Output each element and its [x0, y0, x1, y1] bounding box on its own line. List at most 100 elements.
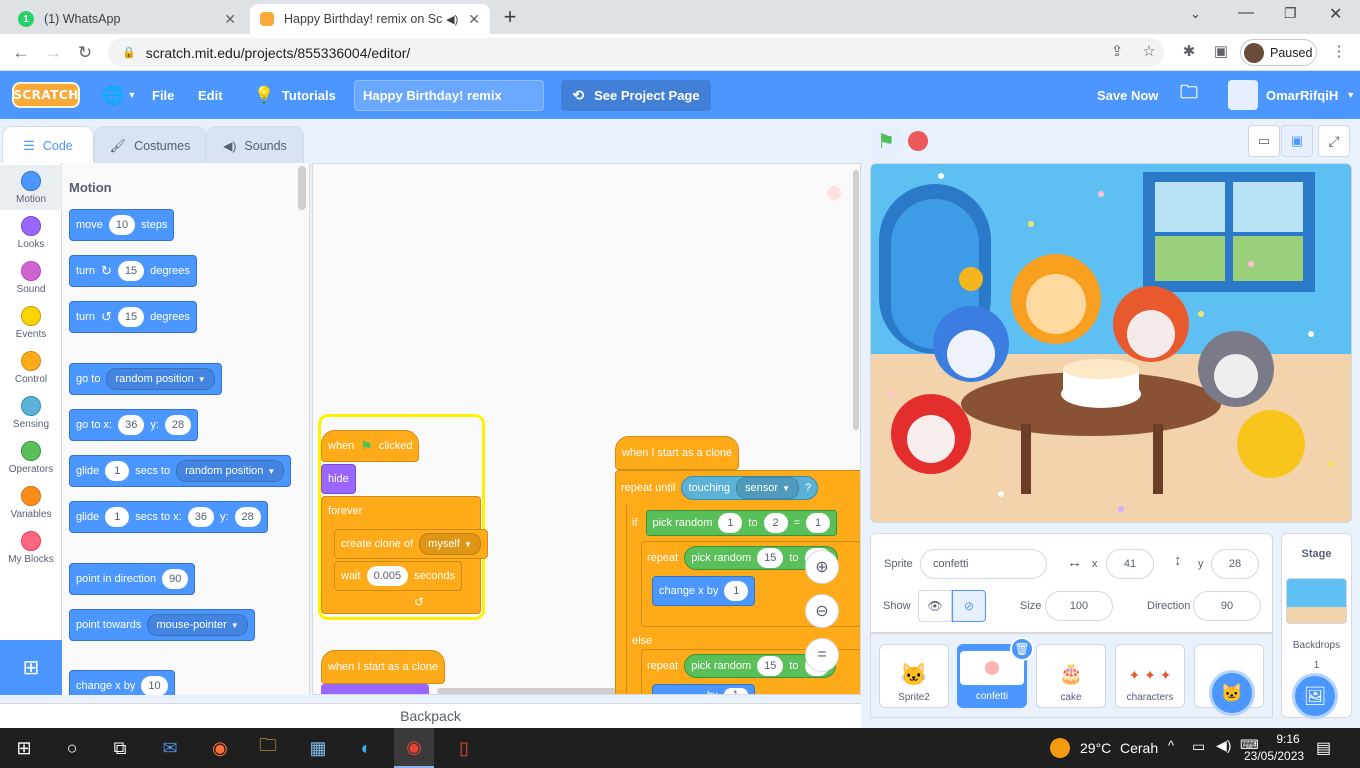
block-hide[interactable]: hide	[321, 464, 356, 494]
search-icon[interactable]: ○	[52, 728, 92, 768]
number-input[interactable]: 1	[105, 507, 130, 527]
number-input[interactable]: 0.005	[366, 566, 409, 586]
chevron-up-icon[interactable]: ^	[1168, 738, 1174, 753]
network-icon[interactable]: ▭	[1192, 738, 1205, 755]
account-menu[interactable]: OmarRifqiH ▼	[1228, 71, 1355, 119]
sprite-tile-characters[interactable]: ✦ ✦ ✦ characters	[1115, 644, 1185, 708]
number-input[interactable]: 15	[757, 548, 784, 568]
number-input[interactable]: 90	[162, 569, 189, 589]
add-extension-button[interactable]: ⊞	[0, 640, 62, 695]
block-change-x-by[interactable]: change x by 1	[652, 576, 756, 606]
block-equals[interactable]: pick random 1 to 2 = 1	[645, 510, 838, 536]
number-input[interactable]: 1	[718, 513, 743, 533]
number-input[interactable]: 15	[757, 656, 784, 676]
category-control[interactable]: Control	[0, 345, 62, 390]
restore-icon[interactable]: ❐	[1284, 5, 1297, 22]
towards-dropdown[interactable]: mouse-pointer ▼	[147, 614, 248, 636]
large-stage-button[interactable]: ▣	[1281, 125, 1313, 157]
reload-icon[interactable]: ↻	[72, 40, 98, 66]
language-globe-icon[interactable]: 🌐 ▼	[102, 71, 136, 119]
block-forever[interactable]: forever create clone of myself ▼ wait 0.005…	[321, 496, 488, 614]
sprite-tile-sprite2[interactable]: 🐱 Sprite2	[879, 644, 949, 708]
window-close-icon[interactable]: ✕	[1329, 4, 1342, 24]
profile-button[interactable]: Paused	[1240, 39, 1317, 66]
save-now-button[interactable]: Save Now	[1097, 71, 1158, 119]
url-bar[interactable]: 🔒 scratch.mit.edu/projects/855336004/edi…	[108, 38, 1164, 67]
tutorials-menu[interactable]: 💡 Tutorials	[254, 71, 336, 119]
speaker-icon[interactable]: ◀)	[446, 13, 458, 26]
number-input[interactable]: 10	[141, 676, 168, 695]
palette-scrollbar[interactable]	[298, 166, 306, 210]
number-input[interactable]: 10	[108, 215, 136, 235]
number-input[interactable]: 15	[117, 307, 145, 327]
fullscreen-button[interactable]: ⤢	[1318, 125, 1350, 157]
edit-menu[interactable]: Edit	[198, 71, 223, 119]
temperature[interactable]: 29°C	[1080, 740, 1111, 756]
zoom-reset-button[interactable]: =	[805, 638, 839, 672]
block-create-clone[interactable]: create clone of myself ▼	[334, 529, 488, 559]
x-input[interactable]: 41	[1106, 549, 1154, 579]
block-partial-motion[interactable]: by 1	[652, 684, 755, 694]
show-visible-button[interactable]: 👁	[918, 590, 952, 622]
number-input[interactable]: 15	[117, 261, 145, 281]
category-sound[interactable]: Sound	[0, 255, 62, 300]
number-input[interactable]: 28	[234, 507, 261, 527]
block-point-direction[interactable]: point in direction 90	[69, 563, 196, 595]
block-when-clone-start-2[interactable]: when I start as a clone	[321, 650, 446, 684]
block-turn-right[interactable]: turn ↻ 15 degrees	[69, 255, 197, 287]
store-icon[interactable]: ▦	[298, 728, 338, 768]
project-title-input[interactable]: Happy Birthday! remix	[354, 80, 544, 111]
block-point-towards[interactable]: point towards mouse-pointer ▼	[69, 609, 255, 641]
block-turn-left[interactable]: turn ↺ 15 degrees	[69, 301, 197, 333]
see-project-page-button[interactable]: ⟲ See Project Page	[561, 80, 711, 111]
stage-target-panel[interactable]: Stage Backdrops 1 🖼	[1281, 533, 1352, 719]
tab-whatsapp[interactable]: 1 (1) WhatsApp ✕	[8, 4, 246, 34]
sprite-name-input[interactable]: confetti	[920, 549, 1047, 579]
stop-button[interactable]	[902, 125, 934, 157]
tab-code[interactable]: ☰ Code	[2, 126, 94, 164]
tab-sounds[interactable]: ◀) Sounds	[206, 126, 304, 164]
weather-text[interactable]: Cerah	[1120, 740, 1158, 756]
block-partial-looks[interactable]	[321, 684, 429, 694]
category-motion[interactable]: Motion	[0, 165, 62, 210]
number-input[interactable]: 1	[806, 513, 831, 533]
block-glide-xy[interactable]: glide 1 secs to x: 36 y: 28	[69, 501, 268, 533]
script-vertical-scrollbar[interactable]	[853, 170, 859, 430]
category-sensing[interactable]: Sensing	[0, 390, 62, 435]
direction-input[interactable]: 90	[1193, 591, 1261, 621]
number-input[interactable]: 1	[105, 461, 130, 481]
block-move-steps[interactable]: move 10 steps	[69, 209, 175, 241]
choose-sprite-button[interactable]: 🐱	[1209, 670, 1255, 716]
side-panel-icon[interactable]: ▣	[1208, 38, 1234, 64]
choose-backdrop-button[interactable]: 🖼	[1292, 673, 1338, 719]
y-input[interactable]: 28	[1211, 549, 1259, 579]
clone-dropdown[interactable]: myself ▼	[419, 533, 481, 555]
bookmark-star-icon[interactable]: ☆	[1136, 38, 1162, 64]
scratch-logo[interactable]: SCRATCH	[12, 82, 80, 108]
chrome-icon[interactable]: ◉	[394, 728, 434, 768]
block-change-x[interactable]: change x by 10	[69, 670, 175, 695]
zoom-in-button[interactable]: ⊕	[805, 550, 839, 584]
minimize-icon[interactable]: —	[1238, 4, 1254, 22]
sprite-tile-cake[interactable]: 🎂 cake	[1036, 644, 1106, 708]
file-menu[interactable]: File	[152, 71, 174, 119]
category-operators[interactable]: Operators	[0, 435, 62, 480]
number-input[interactable]: 28	[164, 415, 192, 435]
number-input[interactable]: 1	[723, 688, 748, 694]
file-explorer-icon[interactable]: 🗀	[248, 728, 288, 768]
new-tab-button[interactable]: +	[498, 4, 522, 30]
block-touching[interactable]: touching sensor ▼?	[681, 476, 819, 500]
menu-dots-icon[interactable]: ⋮	[1326, 38, 1352, 64]
backpack-bar[interactable]: Backpack	[0, 703, 861, 728]
small-stage-button[interactable]: ▭	[1248, 125, 1280, 157]
close-icon[interactable]: ✕	[468, 11, 480, 28]
category-my-blocks[interactable]: My Blocks	[0, 525, 62, 570]
close-icon[interactable]: ✕	[224, 11, 236, 28]
block-go-to-xy[interactable]: go to x: 36 y: 28	[69, 409, 199, 441]
clock-time[interactable]: 9:16	[1262, 732, 1314, 746]
task-view-icon[interactable]: ⧉	[100, 728, 140, 768]
edge-icon[interactable]: ◐	[346, 728, 386, 768]
delete-sprite-button[interactable]: 🗑	[1010, 637, 1034, 661]
backdrop-thumbnail[interactable]	[1286, 578, 1347, 624]
windows-start-icon[interactable]: ⊞	[4, 728, 44, 768]
